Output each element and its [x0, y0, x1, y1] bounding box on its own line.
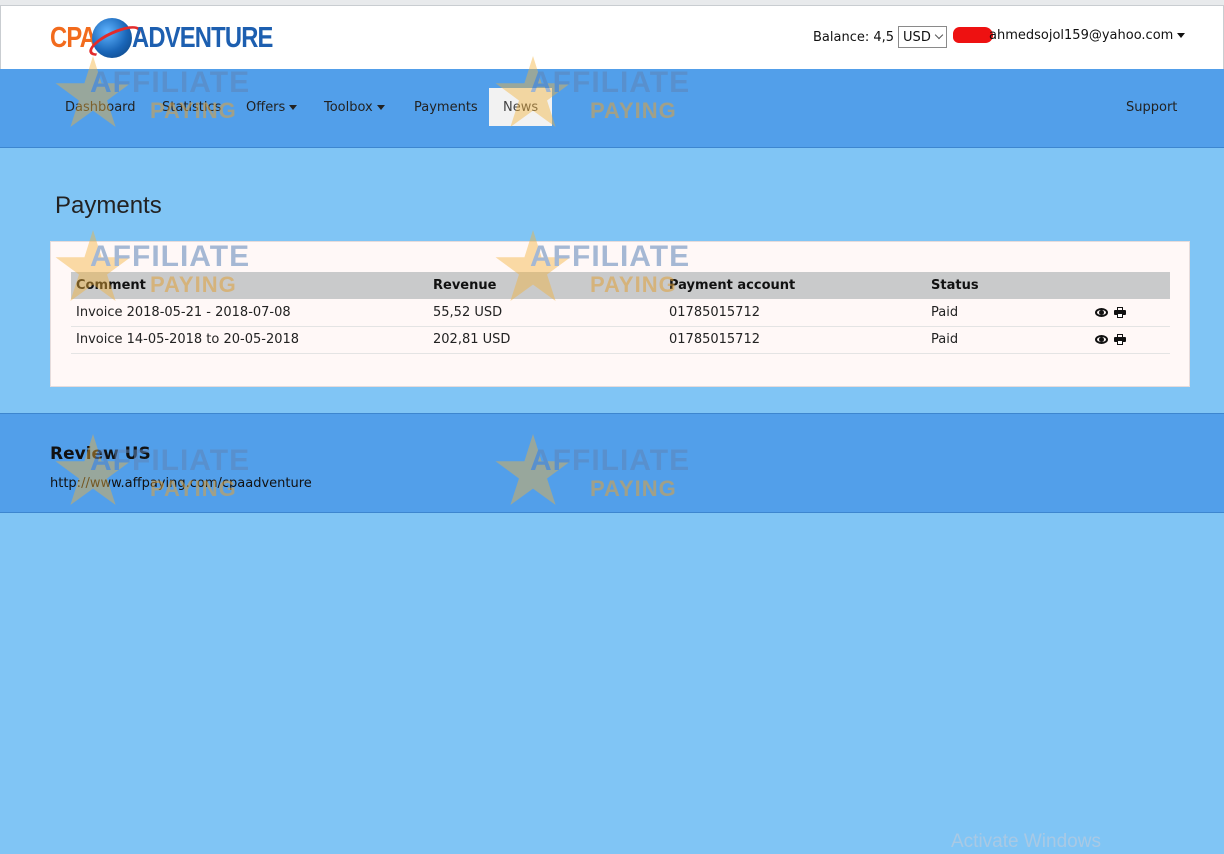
- caret-down-icon: [376, 104, 385, 110]
- nav-dashboard[interactable]: Dashboard: [51, 88, 150, 126]
- table-header-row: Comment Revenue Payment account Status: [71, 272, 1170, 299]
- cell-actions: [1090, 326, 1170, 354]
- eye-icon[interactable]: [1095, 307, 1108, 317]
- nav-news[interactable]: News: [489, 88, 552, 126]
- header-payment-account: Payment account: [664, 272, 926, 299]
- table-row: Invoice 14-05-2018 to 20-05-2018 202,81 …: [71, 326, 1170, 354]
- globe-icon: [92, 18, 132, 58]
- nav-toolbox[interactable]: Toolbox: [310, 88, 399, 126]
- nav-statistics[interactable]: Statistics: [148, 88, 235, 126]
- review-link[interactable]: http://www.affpaying.com/cpaadventure: [50, 476, 312, 491]
- cell-revenue: 55,52 USD: [428, 299, 664, 327]
- cell-revenue: 202,81 USD: [428, 326, 664, 354]
- cell-comment: Invoice 14-05-2018 to 20-05-2018: [71, 326, 428, 354]
- chevron-down-icon: [934, 30, 944, 40]
- status-badge: Paid: [926, 299, 1090, 327]
- cell-actions: [1090, 299, 1170, 327]
- redaction-mark: [953, 27, 993, 43]
- payments-table: Comment Revenue Payment account Status I…: [71, 272, 1170, 354]
- nav-offers-label: Offers: [246, 99, 286, 115]
- page-title: Payments: [55, 192, 162, 219]
- user-menu[interactable]: ahmedsojol159@yahoo.com: [953, 27, 1186, 43]
- header-revenue: Revenue: [428, 272, 664, 299]
- site-footer: Review US http://www.affpaying.com/cpaad…: [0, 413, 1224, 513]
- currency-select[interactable]: USD: [898, 26, 948, 48]
- header-status: Status: [926, 272, 1090, 299]
- nav-toolbox-label: Toolbox: [324, 99, 373, 115]
- status-badge: Paid: [926, 326, 1090, 354]
- main-navbar: Dashboard Statistics Offers Toolbox Paym…: [0, 69, 1224, 148]
- nav-payments-label: Payments: [414, 99, 478, 115]
- caret-down-icon: [289, 104, 298, 110]
- activate-windows-overlay: Activate Windows: [951, 831, 1101, 852]
- print-icon[interactable]: [1114, 334, 1126, 345]
- caret-down-icon: [1177, 32, 1186, 38]
- site-header: CPA ADVENTURE Balance: 4,5 USD ahmedsojo…: [0, 6, 1224, 69]
- print-icon[interactable]: [1114, 306, 1126, 318]
- logo-text-adventure: ADVENTURE: [132, 21, 273, 54]
- eye-icon[interactable]: [1095, 335, 1108, 344]
- nav-payments[interactable]: Payments: [400, 88, 492, 126]
- logo-text-cpa: CPA: [50, 21, 97, 54]
- nav-support-label: Support: [1126, 99, 1178, 115]
- header-actions: [1090, 272, 1170, 299]
- cell-account: 01785015712: [664, 299, 926, 327]
- balance-display: Balance: 4,5 USD: [813, 26, 948, 48]
- table-row: Invoice 2018-05-21 - 2018-07-08 55,52 US…: [71, 299, 1170, 327]
- cpa-adventure-logo[interactable]: CPA ADVENTURE: [50, 16, 303, 60]
- payments-panel: Comment Revenue Payment account Status I…: [50, 241, 1190, 387]
- nav-news-label: News: [503, 99, 539, 115]
- currency-value: USD: [903, 29, 931, 45]
- nav-offers[interactable]: Offers: [232, 88, 311, 126]
- cell-account: 01785015712: [664, 326, 926, 354]
- cell-comment: Invoice 2018-05-21 - 2018-07-08: [71, 299, 428, 327]
- user-email: ahmedsojol159@yahoo.com: [989, 27, 1174, 43]
- balance-label: Balance: 4,5: [813, 29, 895, 45]
- nav-statistics-label: Statistics: [162, 99, 222, 115]
- header-comment: Comment: [71, 272, 428, 299]
- nav-support[interactable]: Support: [1112, 88, 1191, 126]
- nav-dashboard-label: Dashboard: [65, 99, 136, 115]
- footer-title: Review US: [50, 444, 151, 464]
